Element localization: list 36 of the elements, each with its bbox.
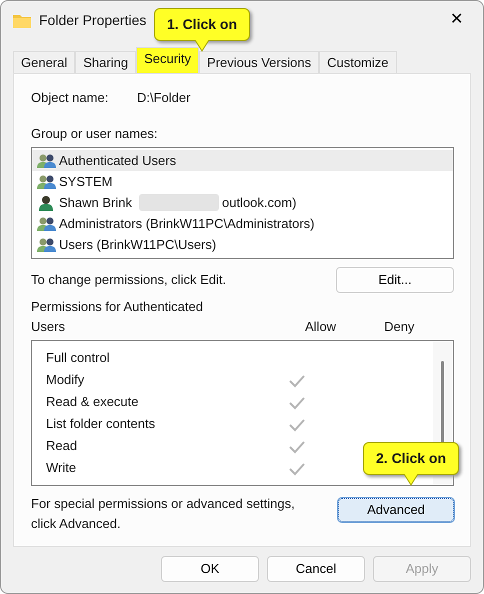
user-icon bbox=[37, 194, 56, 210]
edit-button[interactable]: Edit... bbox=[336, 267, 454, 293]
tab[interactable]: Security bbox=[136, 47, 200, 73]
hint-text: For special permissions or advanced settings, click Advanced. bbox=[31, 495, 296, 532]
users-icon bbox=[37, 174, 56, 190]
field-value: D:\Folder bbox=[137, 89, 190, 107]
tab[interactable]: Customize bbox=[319, 51, 397, 73]
column-header: Allow bbox=[305, 318, 336, 336]
users-icon bbox=[37, 216, 56, 232]
list-label: Group or user names: bbox=[31, 124, 158, 143]
field-label: Object name: bbox=[31, 89, 110, 107]
tab[interactable]: General bbox=[13, 51, 76, 73]
permissions-label: Permissions for Authenticated Users bbox=[31, 298, 204, 336]
permission-row: Read & execute bbox=[32, 391, 433, 413]
advanced-button[interactable]: Advanced bbox=[338, 498, 454, 522]
list-item[interactable]: Administrators (BrinkW11PC\Administrators) bbox=[32, 213, 453, 234]
close-button[interactable]: ✕ bbox=[442, 4, 471, 36]
permission-row: List folder contents bbox=[32, 413, 433, 435]
hint-text: To change permissions, click Edit. bbox=[31, 271, 226, 290]
callout-pointer bbox=[404, 474, 418, 486]
folder-icon bbox=[13, 12, 31, 28]
users-icon bbox=[37, 152, 56, 168]
tab[interactable]: Sharing bbox=[75, 51, 136, 73]
dialog-button[interactable]: OK bbox=[161, 556, 259, 582]
callout-pointer bbox=[195, 40, 210, 52]
column-header: Deny bbox=[384, 318, 414, 336]
tab[interactable]: Previous Versions bbox=[199, 51, 320, 73]
window-title: Folder Properties bbox=[39, 10, 146, 30]
list-item[interactable]: Shawn Brink outlook.com) bbox=[32, 192, 453, 213]
permission-row-text: Full control bbox=[45, 349, 111, 368]
permission-row: Modify bbox=[32, 369, 433, 391]
list-item[interactable]: Authenticated Users bbox=[32, 150, 453, 171]
users-icon bbox=[37, 236, 56, 252]
list-item[interactable]: Users (BrinkW11PC\Users) bbox=[32, 234, 453, 255]
list-item[interactable]: SYSTEM bbox=[32, 171, 453, 192]
dialog-button[interactable]: Cancel bbox=[267, 556, 365, 582]
